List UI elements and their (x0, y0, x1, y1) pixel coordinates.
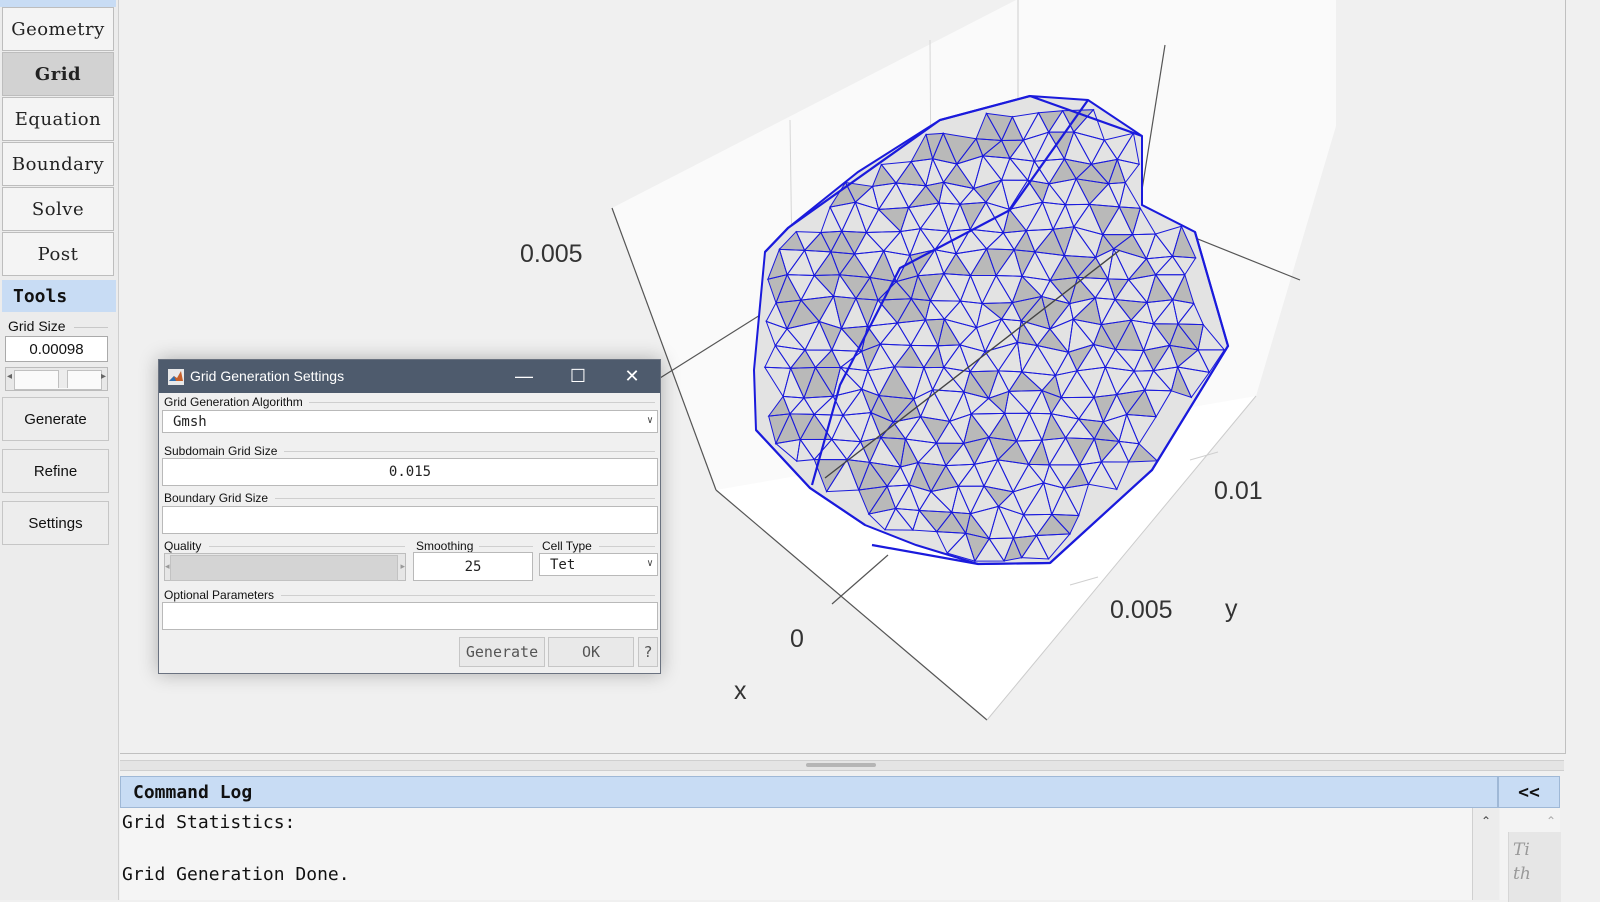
slider-right-arrow-icon[interactable]: ▸ (101, 371, 106, 382)
dialog-help-button[interactable]: ? (638, 637, 658, 667)
group-divider (281, 595, 655, 596)
group-divider (309, 402, 655, 403)
nav-post-button[interactable]: Post (2, 232, 114, 276)
tip-scroll-up-icon[interactable]: ⌃ (1546, 814, 1556, 828)
grid-size-slider[interactable]: ◂ ▸ (5, 367, 108, 391)
cell-type-select-value: Tet (550, 557, 576, 573)
maximize-icon[interactable]: ☐ (555, 362, 601, 390)
nav-boundary-button[interactable]: Boundary (2, 142, 114, 186)
refine-button[interactable]: Refine (2, 449, 109, 493)
x-tick-label-zero: 0 (790, 625, 804, 653)
tip-panel: Ti th ⌃ (1500, 808, 1561, 902)
generate-button[interactable]: Generate (2, 397, 109, 441)
smoothing-input[interactable]: 25 (413, 552, 533, 581)
command-log-body[interactable]: Grid Statistics: Grid Generation Done. (120, 808, 1472, 900)
z-tick-label: 0.005 (520, 240, 583, 268)
nav-geometry-button[interactable]: Geometry (2, 7, 114, 51)
optional-parameters-label: Optional Parameters (164, 588, 278, 602)
sidebar-top-strip (0, 0, 116, 7)
dialog-title: Grid Generation Settings (190, 368, 345, 384)
grid-size-divider (74, 327, 108, 328)
subdomain-label: Subdomain Grid Size (164, 444, 281, 458)
tip-text: Ti th (1513, 838, 1531, 886)
tip-text-line: Ti (1513, 840, 1530, 860)
nav-equation-button[interactable]: Equation (2, 97, 114, 141)
grid-settings-dialog: Grid Generation Settings — ☐ ✕ Grid Gene… (158, 359, 661, 674)
grid-size-label: Grid Size (8, 318, 66, 334)
algorithm-label: Grid Generation Algorithm (164, 395, 306, 409)
quality-slider[interactable]: ◂ ▸ (164, 553, 406, 581)
algorithm-select-value: Gmsh (173, 414, 207, 430)
dialog-generate-button[interactable]: Generate (459, 637, 545, 667)
chevron-down-icon[interactable]: ∨ (647, 415, 653, 426)
chevron-down-icon[interactable]: ∨ (647, 558, 653, 569)
slider-left-arrow-icon[interactable]: ◂ (7, 371, 12, 382)
tip-box: Ti th (1508, 832, 1561, 902)
grid-size-slider-thumb[interactable] (58, 370, 68, 388)
boundary-label: Boundary Grid Size (164, 491, 272, 505)
tools-header: Tools (2, 280, 116, 312)
log-line: Grid Generation Done. (122, 864, 350, 885)
smoothing-label: Smoothing (416, 539, 477, 553)
group-divider (599, 546, 655, 547)
group-divider (284, 451, 655, 452)
group-divider (209, 546, 405, 547)
y-axis-label: y (1225, 595, 1238, 623)
nav-grid-button[interactable]: Grid (2, 52, 114, 96)
collapse-panel-button[interactable]: << (1498, 776, 1560, 808)
y-tick-label-mid: 0.005 (1110, 596, 1173, 624)
optional-parameters-input[interactable] (162, 602, 658, 630)
x-axis-label: x (734, 677, 747, 705)
tip-text-line: th (1513, 864, 1531, 884)
cell-type-select[interactable]: Tet ∨ (539, 553, 658, 576)
log-scrollbar[interactable]: ⌃ (1472, 808, 1499, 900)
dialog-ok-button[interactable]: OK (548, 637, 634, 667)
quality-label: Quality (164, 539, 205, 553)
close-icon[interactable]: ✕ (609, 362, 655, 390)
subdomain-grid-size-input[interactable]: 0.015 (162, 458, 658, 486)
quality-slider-fill[interactable] (170, 555, 398, 581)
command-log-header: Command Log (120, 776, 1498, 808)
matlab-logo-icon (168, 369, 184, 385)
panel-splitter[interactable] (120, 760, 1564, 771)
settings-button[interactable]: Settings (2, 501, 109, 545)
boundary-grid-size-input[interactable] (162, 506, 658, 534)
log-line: Grid Statistics: (122, 812, 296, 833)
cell-type-label: Cell Type (542, 539, 595, 553)
minimize-icon[interactable]: — (501, 362, 547, 390)
scroll-up-icon[interactable]: ⌃ (1481, 814, 1491, 828)
nav-solve-button[interactable]: Solve (2, 187, 114, 231)
slider-right-arrow-icon[interactable]: ▸ (400, 561, 405, 572)
y-tick-label-far: 0.01 (1214, 477, 1263, 505)
sidebar: Geometry Grid Equation Boundary Solve Po… (0, 0, 119, 900)
dialog-titlebar[interactable]: Grid Generation Settings — ☐ ✕ (159, 360, 660, 393)
algorithm-select[interactable]: Gmsh ∨ (162, 410, 658, 433)
group-divider (275, 498, 655, 499)
splitter-grip[interactable] (806, 763, 876, 767)
group-divider (479, 546, 533, 547)
slider-left-arrow-icon[interactable]: ◂ (165, 561, 170, 572)
grid-size-input[interactable]: 0.00098 (5, 336, 108, 362)
